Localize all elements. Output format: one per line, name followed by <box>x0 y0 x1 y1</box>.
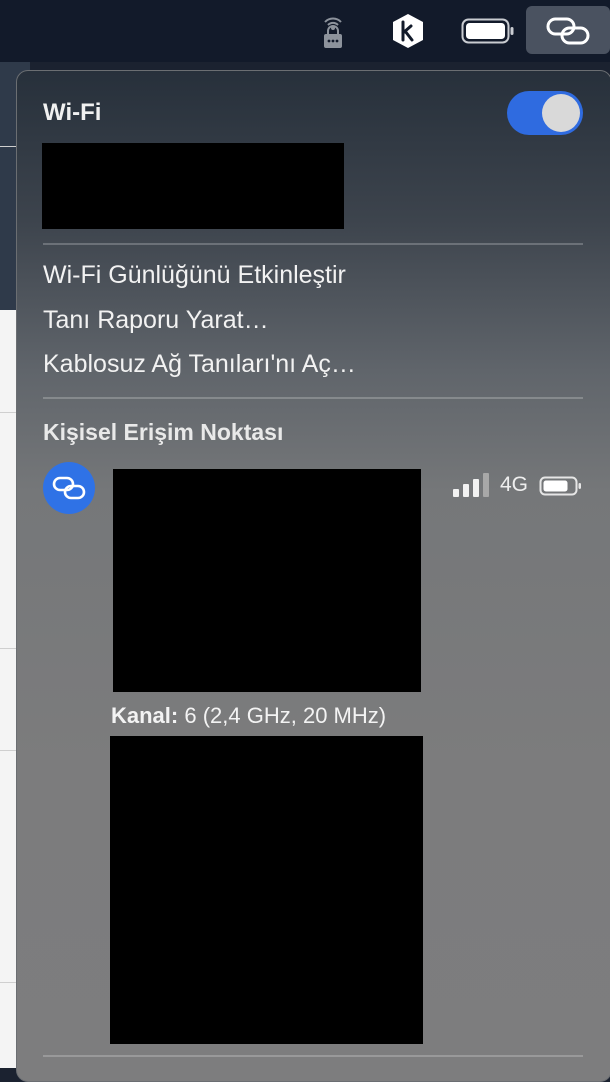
redacted-hotspot-details <box>113 469 421 692</box>
hotspot-battery-icon <box>539 476 581 496</box>
redacted-network-details <box>110 736 423 1044</box>
separator <box>43 243 583 245</box>
open-wireless-diagnostics-item[interactable]: Kablosuz Ağ Tanıları'nı Aç… <box>43 350 356 379</box>
redacted-network-name <box>42 143 344 229</box>
battery-icon[interactable] <box>460 0 516 62</box>
separator <box>43 1055 583 1057</box>
wifi-menu-panel: Wi-Fi Wi-Fi Günlüğünü Etkinleştir Tanı R… <box>16 70 610 1082</box>
channel-label: Kanal: <box>111 703 179 728</box>
panel-title: Wi-Fi <box>43 99 102 126</box>
network-type-label: 4G <box>500 473 529 496</box>
separator <box>43 397 583 399</box>
keybase-icon[interactable] <box>388 0 428 62</box>
personal-hotspot-network-icon[interactable] <box>43 462 95 514</box>
toggle-knob <box>542 94 580 132</box>
personal-hotspot-icon[interactable] <box>540 0 596 62</box>
create-diagnostics-report-item[interactable]: Tanı Raporu Yarat… <box>43 306 269 335</box>
enable-wifi-logging-item[interactable]: Wi-Fi Günlüğünü Etkinleştir <box>43 261 346 290</box>
channel-value: 6 (2,4 GHz, 20 MHz) <box>184 703 387 728</box>
channel-info: Kanal: 6 (2,4 GHz, 20 MHz) <box>111 703 386 729</box>
menu-bar <box>0 0 610 62</box>
wifi-toggle[interactable] <box>507 91 583 135</box>
personal-hotspot-section-title: Kişisel Erişim Noktası <box>43 419 284 445</box>
cellular-signal-icon <box>453 473 489 497</box>
vpn-lock-icon[interactable] <box>316 0 350 62</box>
